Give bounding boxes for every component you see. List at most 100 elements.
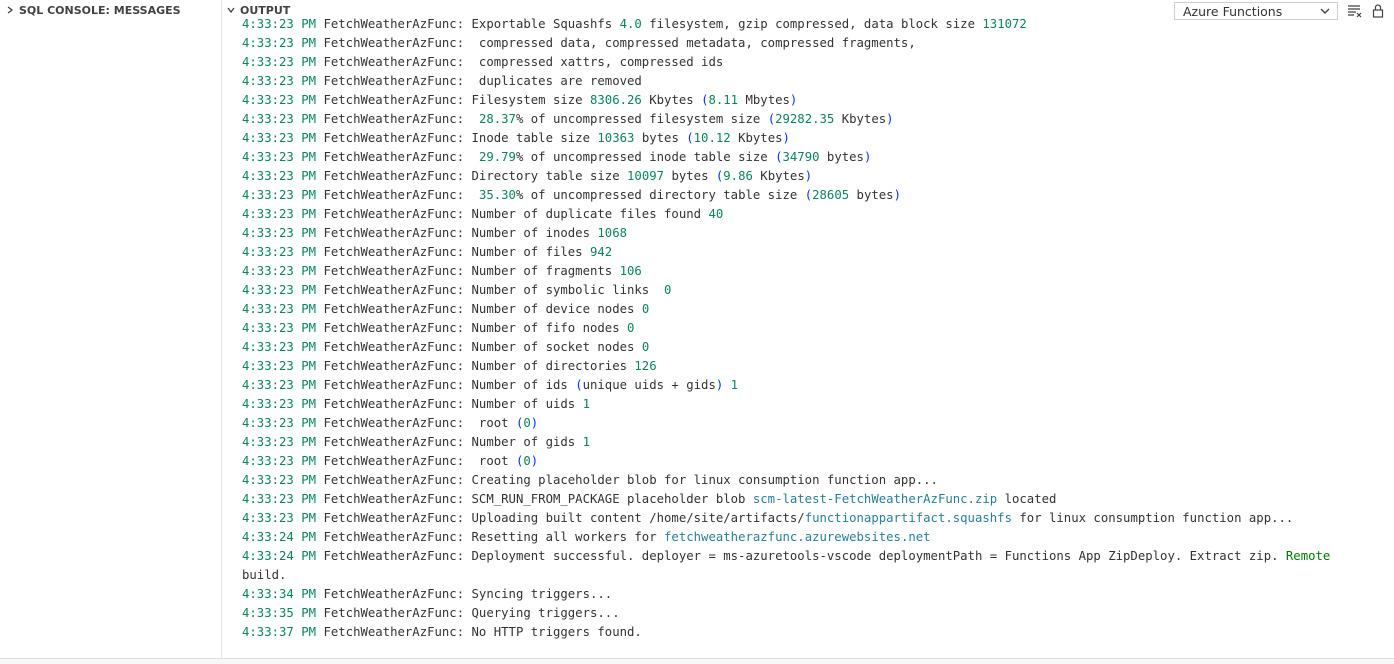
log-text: No HTTP triggers found. bbox=[471, 625, 642, 639]
log-line: 4:33:23 PM FetchWeatherAzFunc: 28.37% of… bbox=[242, 110, 1382, 129]
log-link[interactable]: fetchweatherazfunc.azurewebsites.net bbox=[664, 530, 931, 544]
log-source: FetchWeatherAzFunc: bbox=[323, 283, 465, 297]
log-text: 9.86 bbox=[723, 169, 753, 183]
log-text: 0 bbox=[664, 283, 672, 297]
log-source: FetchWeatherAzFunc: bbox=[323, 131, 465, 145]
log-source: FetchWeatherAzFunc: bbox=[323, 302, 465, 316]
log-timestamp: 4:33:23 PM bbox=[242, 188, 317, 202]
log-timestamp: 4:33:24 PM bbox=[242, 530, 317, 544]
log-text: Number of symbolic links bbox=[471, 283, 665, 297]
log-text: ) bbox=[789, 93, 798, 107]
log-text: 10.12 bbox=[693, 131, 731, 145]
log-text: root bbox=[471, 416, 516, 430]
log-timestamp: 4:33:23 PM bbox=[242, 169, 317, 183]
log-timestamp: 4:33:23 PM bbox=[242, 283, 317, 297]
log-timestamp: 4:33:23 PM bbox=[242, 340, 317, 354]
log-source: FetchWeatherAzFunc: bbox=[323, 169, 465, 183]
log-text: ( bbox=[575, 378, 583, 392]
log-text: Directory table size bbox=[471, 169, 628, 183]
log-link[interactable]: scm-latest-FetchWeatherAzFunc.zip bbox=[753, 492, 997, 506]
log-timestamp: 4:33:23 PM bbox=[242, 397, 317, 411]
log-source: FetchWeatherAzFunc: bbox=[323, 511, 465, 525]
log-timestamp: 4:33:23 PM bbox=[242, 454, 317, 468]
clear-output-icon[interactable] bbox=[1346, 3, 1362, 19]
log-text: Kbytes bbox=[730, 131, 783, 145]
log-line: 4:33:24 PM FetchWeatherAzFunc: Deploymen… bbox=[242, 547, 1382, 585]
log-text: 40 bbox=[708, 207, 724, 221]
log-source: FetchWeatherAzFunc: bbox=[323, 93, 465, 107]
log-text: 8.11 bbox=[708, 93, 739, 107]
log-line: 4:33:37 PM FetchWeatherAzFunc: No HTTP t… bbox=[242, 623, 1382, 642]
log-text: Number of device nodes bbox=[471, 302, 642, 316]
sql-console-header[interactable]: SQL CONSOLE: MESSAGES bbox=[0, 0, 221, 20]
log-text: Number of directories bbox=[471, 359, 635, 373]
log-line: 4:33:23 PM FetchWeatherAzFunc: Creating … bbox=[242, 471, 1382, 490]
log-source: FetchWeatherAzFunc: bbox=[323, 606, 465, 620]
log-source: FetchWeatherAzFunc: bbox=[323, 74, 465, 88]
log-line: 4:33:23 PM FetchWeatherAzFunc: Number of… bbox=[242, 243, 1382, 262]
log-line: 4:33:23 PM FetchWeatherAzFunc: Directory… bbox=[242, 167, 1382, 186]
log-text: Inode table size bbox=[471, 131, 598, 145]
log-text: root bbox=[471, 454, 516, 468]
log-text: 1 bbox=[582, 435, 590, 449]
log-text: Number of fragments bbox=[471, 264, 620, 278]
log-text: Number of duplicate files found bbox=[471, 207, 709, 221]
log-text: Creating placeholder blob for linux cons… bbox=[471, 473, 938, 487]
log-line: 4:33:35 PM FetchWeatherAzFunc: Querying … bbox=[242, 604, 1382, 623]
log-source: FetchWeatherAzFunc: bbox=[323, 378, 465, 392]
log-timestamp: 4:33:23 PM bbox=[242, 150, 317, 164]
log-line: 4:33:23 PM FetchWeatherAzFunc: Inode tab… bbox=[242, 129, 1382, 148]
panel-bottom-border bbox=[0, 658, 1394, 664]
lock-scroll-icon[interactable] bbox=[1370, 3, 1386, 19]
log-text: located bbox=[997, 492, 1057, 506]
log-line: 4:33:23 PM FetchWeatherAzFunc: Number of… bbox=[242, 224, 1382, 243]
log-text: Mbytes bbox=[738, 93, 790, 107]
log-text: Kbytes bbox=[834, 112, 887, 126]
log-text: Uploading built content /home/site/artif… bbox=[471, 511, 805, 525]
log-source: FetchWeatherAzFunc: bbox=[323, 416, 465, 430]
log-source: FetchWeatherAzFunc: bbox=[323, 321, 465, 335]
log-line: 4:33:23 PM FetchWeatherAzFunc: 35.30% of… bbox=[242, 186, 1382, 205]
log-timestamp: 4:33:23 PM bbox=[242, 131, 317, 145]
log-line: 4:33:23 PM FetchWeatherAzFunc: compresse… bbox=[242, 34, 1382, 53]
log-text: 10363 bbox=[597, 131, 635, 145]
log-text: 0 bbox=[641, 340, 650, 354]
log-text: 942 bbox=[590, 245, 613, 259]
log-source: FetchWeatherAzFunc: bbox=[323, 454, 465, 468]
log-text: ) bbox=[893, 188, 901, 202]
output-channel-select[interactable]: Azure Functions bbox=[1174, 2, 1338, 20]
log-text: Number of socket nodes bbox=[471, 340, 642, 354]
log-text: ( bbox=[775, 150, 783, 164]
log-source: FetchWeatherAzFunc: bbox=[323, 625, 465, 639]
log-text: 29282.35 bbox=[775, 112, 835, 126]
log-text: Querying triggers... bbox=[471, 606, 620, 620]
log-source: FetchWeatherAzFunc: bbox=[323, 530, 465, 544]
log-source: FetchWeatherAzFunc: bbox=[323, 397, 465, 411]
log-text: 8306.26 bbox=[590, 93, 642, 107]
log-source: FetchWeatherAzFunc: bbox=[323, 245, 465, 259]
log-line: 4:33:23 PM FetchWeatherAzFunc: Number of… bbox=[242, 205, 1382, 224]
chevron-down-icon bbox=[227, 7, 235, 14]
log-text: ) bbox=[863, 150, 872, 164]
log-timestamp: 4:33:23 PM bbox=[242, 264, 317, 278]
log-source: FetchWeatherAzFunc: bbox=[323, 226, 465, 240]
log-line: 4:33:23 PM FetchWeatherAzFunc: Number of… bbox=[242, 319, 1382, 338]
log-source: FetchWeatherAzFunc: bbox=[323, 435, 465, 449]
log-timestamp: 4:33:23 PM bbox=[242, 74, 317, 88]
log-source: FetchWeatherAzFunc: bbox=[323, 359, 465, 373]
log-text: bytes bbox=[634, 131, 687, 145]
log-timestamp: 4:33:23 PM bbox=[242, 112, 317, 126]
log-timestamp: 4:33:23 PM bbox=[242, 416, 317, 430]
output-log[interactable]: 4:33:23 PM FetchWeatherAzFunc: Exportabl… bbox=[242, 15, 1382, 642]
log-text: ( bbox=[767, 112, 776, 126]
log-timestamp: 4:33:23 PM bbox=[242, 511, 317, 525]
log-source: FetchWeatherAzFunc: bbox=[323, 264, 465, 278]
log-text: Syncing triggers... bbox=[471, 587, 613, 601]
log-text: compressed data, compressed metadata, co… bbox=[471, 36, 916, 50]
log-line: 4:33:23 PM FetchWeatherAzFunc: Number of… bbox=[242, 433, 1382, 452]
log-link[interactable]: functionappartifact.squashfs bbox=[805, 511, 1012, 525]
log-line: 4:33:23 PM FetchWeatherAzFunc: Uploading… bbox=[242, 509, 1382, 528]
log-source: FetchWeatherAzFunc: bbox=[323, 340, 465, 354]
log-timestamp: 4:33:23 PM bbox=[242, 435, 317, 449]
log-timestamp: 4:33:23 PM bbox=[242, 378, 317, 392]
